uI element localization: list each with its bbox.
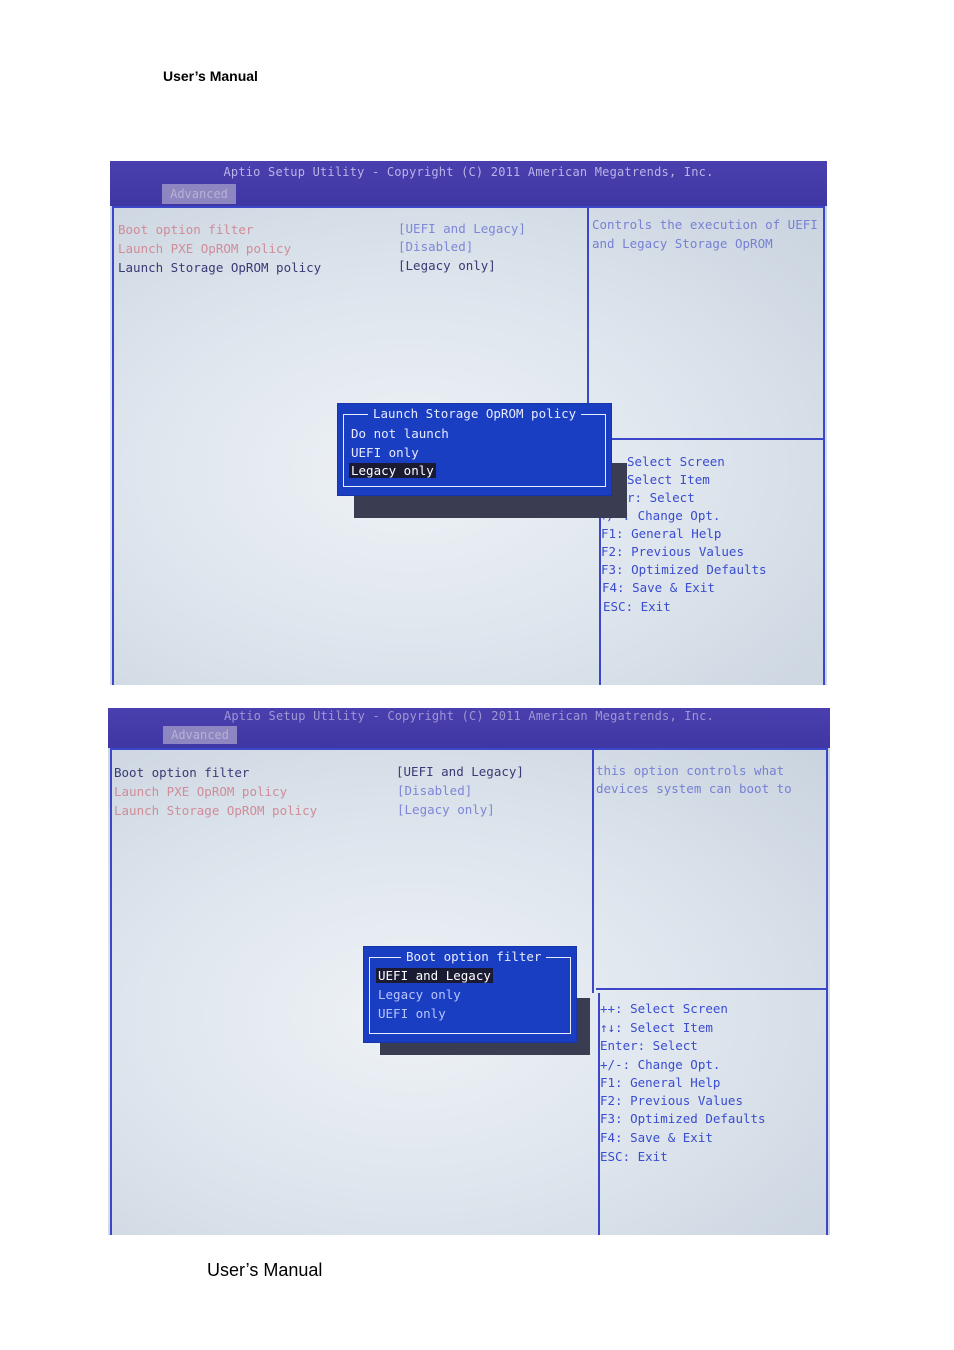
bios-body: Boot option filter [UEFI and Legacy] Lau… [110,206,827,685]
popup-launch-storage-policy[interactable]: Launch Storage OpROM policy Do not launc… [337,403,612,496]
key-esc-exit: ESC: Exit [603,599,671,614]
key-select-item: Select Item [627,472,710,487]
popup-option-legacy-only[interactable]: Legacy only [378,987,461,1002]
setting-label-boot-option-filter[interactable]: Boot option filter [114,765,249,780]
help-divider [594,438,823,440]
key-general-help: F1: General Help [600,1075,721,1090]
setting-label-launch-storage[interactable]: Launch Storage OpROM policy [118,260,321,275]
tab-advanced[interactable]: Advanced [163,726,237,744]
help-line-2: devices system can boot to [596,781,792,796]
popup-option-legacy-only[interactable]: Legacy only [349,463,436,478]
bios-title: Aptio Setup Utility - Copyright (C) 2011… [223,709,715,723]
left-border [110,748,112,1235]
bios-screen-photo-2: Aptio Setup Utility - Copyright (C) 2011… [108,708,830,1235]
tab-advanced[interactable]: Advanced [162,184,236,204]
setting-value-boot-option-filter[interactable]: [UEFI and Legacy] [396,764,524,779]
setting-value-launch-pxe[interactable]: [Disabled] [397,783,472,798]
key-save-exit: F4: Save & Exit [600,1130,713,1145]
key-general-help: F1: General Help [601,526,722,541]
setting-label-launch-pxe[interactable]: Launch PXE OpROM policy [118,241,291,256]
bios-body: Boot option filter [UEFI and Legacy] Lau… [108,748,830,1235]
key-select-screen: ++: Select Screen [600,1001,728,1016]
popup-option-uefi-only[interactable]: UEFI only [351,445,419,460]
setting-value-launch-storage[interactable]: [Legacy only] [398,258,496,273]
popup-boot-option-filter[interactable]: Boot option filter UEFI and Legacy Legac… [363,946,577,1043]
setting-value-launch-pxe[interactable]: [Disabled] [398,239,473,254]
help-line-1: this option controls what [596,763,785,778]
setting-value-boot-option-filter[interactable]: [UEFI and Legacy] [398,221,526,236]
key-esc-exit: ESC: Exit [600,1149,668,1164]
top-border [110,748,828,750]
key-enter-select: r: Select [627,490,695,505]
key-previous-values: F2: Previous Values [600,1093,743,1108]
key-enter-select: Enter: Select [600,1038,698,1053]
top-border [112,206,825,208]
help-line-2: and Legacy Storage OpROM [592,236,773,251]
bios-titlebar: Aptio Setup Utility - Copyright (C) 2011… [110,161,827,206]
key-select-screen: Select Screen [627,454,725,469]
right-border [826,748,828,1235]
page-footer: User’s Manual [207,1260,323,1280]
bios-titlebar: Aptio Setup Utility - Copyright (C) 2011… [108,708,830,748]
key-previous-values: F2: Previous Values [601,544,744,559]
popup-option-do-not-launch[interactable]: Do not launch [351,426,449,441]
left-border [112,206,114,685]
bios-screen-photo-1: Aptio Setup Utility - Copyright (C) 2011… [110,161,827,685]
popup-option-uefi-only[interactable]: UEFI only [378,1006,446,1021]
setting-value-launch-storage[interactable]: [Legacy only] [397,802,495,817]
right-border [823,206,825,685]
panel-divider-upper [592,748,594,993]
key-optimized-defaults: F3: Optimized Defaults [601,562,767,577]
key-select-item: ↑↓: Select Item [600,1020,713,1035]
help-divider [596,988,826,990]
popup-option-uefi-and-legacy[interactable]: UEFI and Legacy [376,968,493,983]
key-save-exit: F4: Save & Exit [602,580,715,595]
popup-title: Launch Storage OpROM policy [368,406,582,421]
key-change-opt: +/-: Change Opt. [600,1057,721,1072]
setting-label-launch-pxe[interactable]: Launch PXE OpROM policy [114,784,287,799]
key-optimized-defaults: F3: Optimized Defaults [600,1111,766,1126]
help-line-1: Controls the execution of UEFI [592,217,818,232]
setting-label-boot-option-filter[interactable]: Boot option filter [118,222,253,237]
bios-title: Aptio Setup Utility - Copyright (C) 2011… [223,165,714,179]
page-header: User’s Manual [163,68,258,84]
popup-title: Boot option filter [401,949,547,964]
setting-label-launch-storage[interactable]: Launch Storage OpROM policy [114,803,317,818]
